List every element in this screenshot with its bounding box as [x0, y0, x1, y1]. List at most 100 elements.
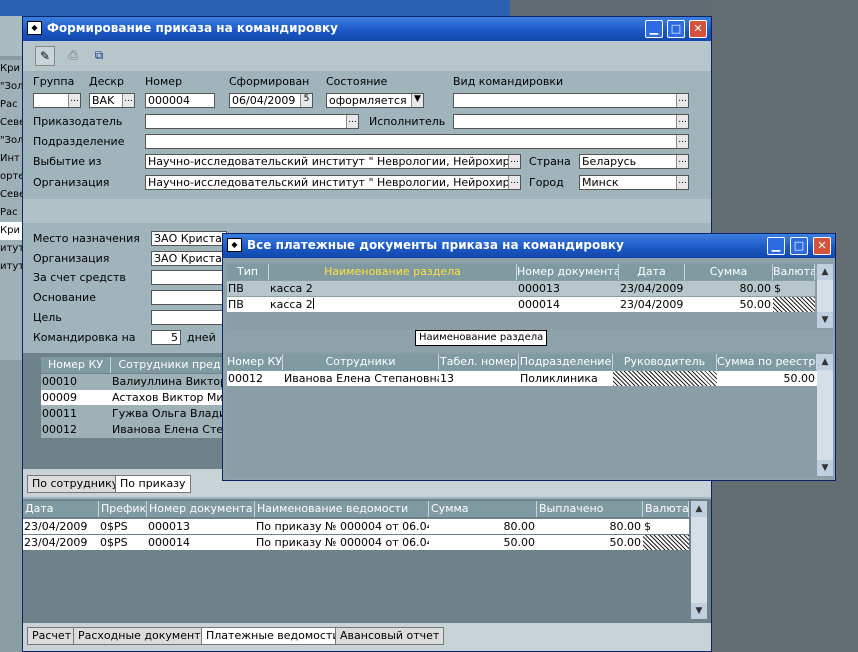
- scroll-up-icon[interactable]: ▲: [817, 264, 833, 280]
- tab-expense-docs[interactable]: Расходные документы: [73, 627, 215, 645]
- table-row-date[interactable]: 23/04/2009: [619, 297, 685, 312]
- table-row-register-sum[interactable]: 50.00: [717, 371, 817, 386]
- column-header[interactable]: Дата: [23, 501, 99, 517]
- table-row-currency[interactable]: $: [643, 519, 689, 534]
- minimize-button[interactable]: ▁: [645, 20, 663, 38]
- organization-field[interactable]: Научно-исследовательский институт " Невр…: [145, 175, 521, 190]
- scroll-down-icon[interactable]: ▼: [817, 460, 833, 476]
- table-row-name[interactable]: Астахов Виктор Миха: [111, 390, 229, 405]
- column-header[interactable]: Сумма: [685, 264, 773, 280]
- calendar-button[interactable]: 5: [300, 94, 312, 107]
- maximize-button[interactable]: □: [667, 20, 685, 38]
- table-row-section[interactable]: касса 2: [269, 297, 517, 312]
- trip-type-lookup-button[interactable]: ...: [676, 94, 688, 107]
- column-header[interactable]: Подразделение: [519, 354, 613, 370]
- country-lookup-button[interactable]: ...: [676, 155, 688, 168]
- table-row-currency[interactable]: [773, 297, 815, 312]
- column-header[interactable]: Сотрудники пред: [111, 357, 229, 373]
- city-field[interactable]: Минск...: [579, 175, 689, 190]
- maximize-button[interactable]: □: [790, 237, 808, 255]
- table-row-ku[interactable]: 00012: [227, 371, 283, 386]
- column-header[interactable]: Дата: [619, 264, 685, 280]
- column-header[interactable]: Префикс: [99, 501, 147, 517]
- column-header[interactable]: Табел. номер: [439, 354, 519, 370]
- table-row-employee[interactable]: Иванова Елена Степановна: [283, 371, 439, 386]
- table-row-sheet[interactable]: По приказу № 000004 от 06.04.20: [255, 535, 429, 550]
- column-header[interactable]: Руководитель: [613, 354, 717, 370]
- documents-scrollbar[interactable]: ▲ ▼: [817, 264, 833, 328]
- table-row-section[interactable]: касса 2: [269, 281, 517, 296]
- column-header[interactable]: Номер документа: [517, 264, 619, 280]
- scroll-up-icon[interactable]: ▲: [691, 501, 707, 517]
- descr-field[interactable]: BAK...: [89, 93, 135, 108]
- orderer-field[interactable]: ...: [145, 114, 359, 129]
- column-header[interactable]: Номер КУ: [227, 354, 283, 370]
- chevron-down-icon[interactable]: ▼: [411, 94, 423, 107]
- tab-advance-report[interactable]: Авансовый отчет: [335, 627, 445, 645]
- table-row-ku[interactable]: 00010: [41, 374, 111, 389]
- group-field[interactable]: ...: [33, 93, 81, 108]
- minimize-button[interactable]: ▁: [767, 237, 785, 255]
- column-header[interactable]: Номер КУ: [41, 357, 111, 373]
- table-row-ku[interactable]: 00012: [41, 422, 111, 437]
- column-header[interactable]: Валюта: [773, 264, 815, 280]
- table-row-name[interactable]: Валиуллина Виктория: [111, 374, 229, 389]
- table-row-name[interactable]: Иванова Елена Степа: [111, 422, 229, 437]
- order-window-titlebar[interactable]: ◆ Формирование приказа на командировку ▁…: [23, 17, 711, 41]
- basis-field[interactable]: [151, 290, 227, 305]
- table-row-paid[interactable]: 50.00: [537, 535, 643, 550]
- table-row-sheet[interactable]: По приказу № 000004 от 06.04.20: [255, 519, 429, 534]
- country-field[interactable]: Беларусь...: [579, 154, 689, 169]
- formed-date-field[interactable]: 06/04/2009 5: [229, 93, 313, 108]
- group-lookup-button[interactable]: ...: [68, 94, 80, 107]
- executor-lookup-button[interactable]: ...: [676, 115, 688, 128]
- days-field[interactable]: 5: [151, 330, 181, 345]
- table-row-sum[interactable]: 80.00: [429, 519, 537, 534]
- table-row-sum[interactable]: 50.00: [685, 297, 773, 312]
- table-row-sum[interactable]: 50.00: [429, 535, 537, 550]
- tab-by-employee[interactable]: По сотруднику: [27, 475, 124, 493]
- close-button[interactable]: ✕: [813, 237, 831, 255]
- table-row-date[interactable]: 23/04/2009: [23, 519, 99, 534]
- payments-scrollbar[interactable]: ▲ ▼: [691, 501, 707, 619]
- table-row-division[interactable]: Поликлиника: [519, 371, 613, 386]
- goal-field[interactable]: [151, 310, 227, 325]
- departure-field[interactable]: Научно-исследовательский институт " Невр…: [145, 154, 521, 169]
- table-row-docnum[interactable]: 000014: [517, 297, 619, 312]
- executor-field[interactable]: ...: [453, 114, 689, 129]
- print-icon[interactable]: ⎙: [63, 46, 83, 66]
- table-row-tabnum[interactable]: 13: [439, 371, 519, 386]
- payments-grid[interactable]: Дата Префикс Номер документа Наименовани…: [23, 499, 711, 623]
- table-row-paid[interactable]: 80.00: [537, 519, 643, 534]
- table-row-docnum[interactable]: 000013: [517, 281, 619, 296]
- table-row-docnum[interactable]: 000014: [147, 535, 255, 550]
- trip-type-field[interactable]: ...: [453, 93, 689, 108]
- table-row-prefix[interactable]: 0$PS: [99, 535, 147, 550]
- table-row-currency[interactable]: [643, 535, 689, 550]
- division-lookup-button[interactable]: ...: [676, 135, 688, 148]
- column-header[interactable]: Номер документа: [147, 501, 255, 517]
- funding-field[interactable]: [151, 270, 227, 285]
- column-header[interactable]: Сумма: [429, 501, 537, 517]
- payment-docs-titlebar[interactable]: ◆ Все платежные документы приказа на ком…: [223, 234, 835, 258]
- table-row-currency[interactable]: $: [773, 281, 815, 296]
- scroll-up-icon[interactable]: ▲: [817, 354, 833, 370]
- scroll-down-icon[interactable]: ▼: [691, 603, 707, 619]
- column-header[interactable]: Наименование раздела: [269, 264, 517, 280]
- documents-icon[interactable]: ⧉: [89, 46, 109, 66]
- documents-grid[interactable]: Тип Наименование раздела Номер документа…: [227, 262, 833, 330]
- table-row-date[interactable]: 23/04/2009: [23, 535, 99, 550]
- column-header[interactable]: Сумма по реестру: [717, 354, 817, 370]
- scroll-down-icon[interactable]: ▼: [817, 312, 833, 328]
- number-field[interactable]: 000004: [145, 93, 215, 108]
- table-row-type[interactable]: ПВ: [227, 281, 269, 296]
- division-field[interactable]: ...: [145, 134, 689, 149]
- descr-lookup-button[interactable]: ...: [122, 94, 134, 107]
- table-row-prefix[interactable]: 0$PS: [99, 519, 147, 534]
- orderer-lookup-button[interactable]: ...: [346, 115, 358, 128]
- tab-calc[interactable]: Расчет: [27, 627, 77, 645]
- table-row-docnum[interactable]: 000013: [147, 519, 255, 534]
- organization-lookup-button[interactable]: ...: [508, 176, 520, 189]
- column-header[interactable]: Валюта: [643, 501, 689, 517]
- destination-field[interactable]: ЗАО Кристал: [151, 231, 227, 246]
